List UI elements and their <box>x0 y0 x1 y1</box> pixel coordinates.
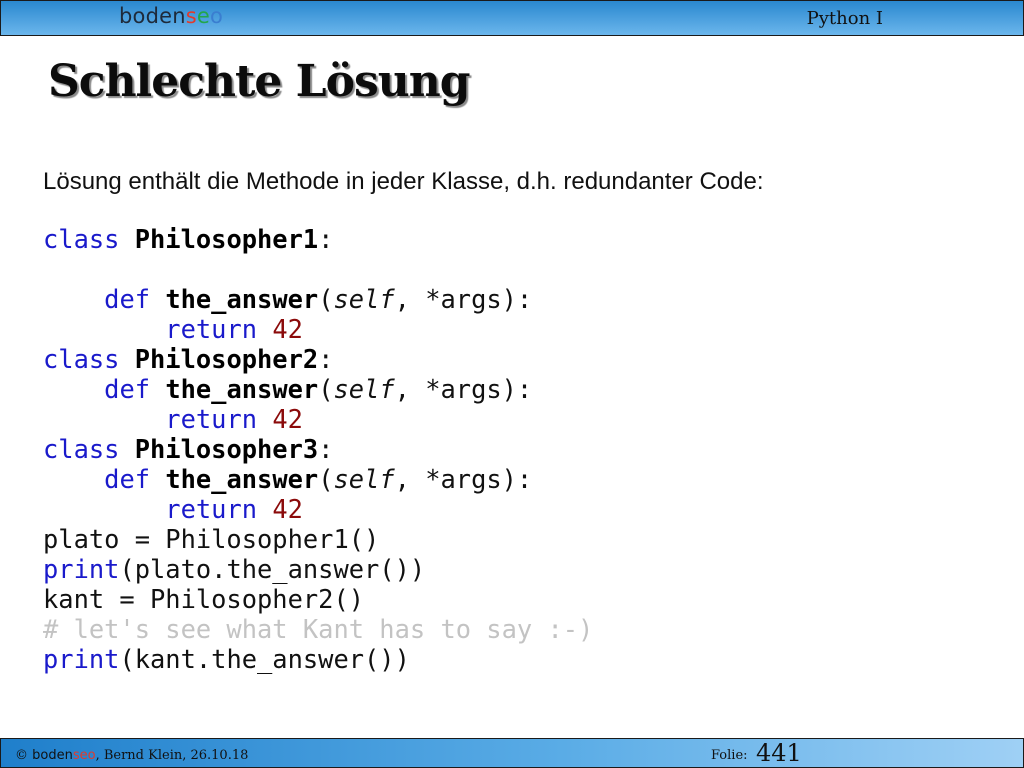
logo-part-s: s <box>185 4 197 28</box>
footer-bar: © bodenseo, Bernd Klein, 26.10.18 Folie:… <box>0 738 1024 768</box>
copyright-symbol: © <box>15 748 28 763</box>
code-line: print(kant.the_answer()) <box>43 644 593 674</box>
code-class-name: Philosopher3 <box>134 434 319 464</box>
code-method-name: the_answer <box>165 374 319 404</box>
slide-number: 441 <box>756 739 802 767</box>
code-params: , *args): <box>394 374 533 404</box>
slide-title: Schlechte Lösung <box>48 56 470 107</box>
code-keyword: return <box>165 314 258 344</box>
code-line: def the_answer(self, *args): <box>104 284 533 314</box>
slide-intro: Lösung enthält die Methode in jeder Klas… <box>43 168 764 195</box>
code-class-name: Philosopher2 <box>134 344 319 374</box>
code-param-self: self <box>333 284 395 314</box>
code-line: class Philosopher1: <box>43 224 334 254</box>
code-method-name: the_answer <box>165 284 319 314</box>
footer-brand-part1: boden <box>32 748 73 763</box>
code-keyword: class <box>43 434 120 464</box>
code-param-self: self <box>333 374 395 404</box>
code-line: kant = Philosopher2() <box>43 584 365 614</box>
code-class-name: Philosopher1 <box>134 224 319 254</box>
code-keyword: class <box>43 344 120 374</box>
header-bar: bodenseo Python I <box>0 0 1024 36</box>
code-line: plato = Philosopher1() <box>43 524 380 554</box>
code-keyword: def <box>104 374 151 404</box>
slide-label: Folie: <box>711 748 748 763</box>
footer-brand-part2: seo <box>72 748 96 763</box>
logo-part-o: o <box>210 4 224 28</box>
code-number: 42 <box>272 494 303 524</box>
course-title: Python I <box>806 8 883 29</box>
code-number: 42 <box>272 314 303 344</box>
bodenseo-logo: bodenseo <box>119 4 223 28</box>
code-method-name: the_answer <box>165 464 319 494</box>
code-number: 42 <box>272 404 303 434</box>
code-line: def the_answer(self, *args): <box>104 464 533 494</box>
code-keyword: class <box>43 224 120 254</box>
code-params: , *args): <box>394 284 533 314</box>
code-line: class Philosopher3: <box>43 434 334 464</box>
code-block: class Philosopher1: def the_answer(self,… <box>43 224 593 674</box>
code-param-self: self <box>333 464 395 494</box>
code-comment: # let's see what Kant has to say :-) <box>43 614 594 644</box>
logo-part-boden: boden <box>119 4 186 28</box>
code-line: def the_answer(self, *args): <box>104 374 533 404</box>
code-call: (kant.the_answer()) <box>119 644 410 674</box>
code-line: return 42 <box>43 314 593 344</box>
code-params: , *args): <box>394 464 533 494</box>
code-keyword: return <box>165 404 258 434</box>
code-line: return 42 <box>43 404 593 434</box>
code-line: return 42 <box>43 494 593 524</box>
code-call: (plato.the_answer()) <box>119 554 426 584</box>
code-keyword: def <box>104 464 151 494</box>
code-keyword: def <box>104 284 151 314</box>
code-line: print(plato.the_answer()) <box>43 554 593 584</box>
logo-part-e: e <box>196 4 211 28</box>
code-keyword: print <box>43 554 120 584</box>
code-keyword: print <box>43 644 120 674</box>
footer-copyright: © bodenseo, Bernd Klein, 26.10.18 <box>15 748 248 763</box>
footer-brand: bodenseo <box>32 748 95 763</box>
code-keyword: return <box>165 494 258 524</box>
code-line: class Philosopher2: <box>43 344 334 374</box>
footer-author-date: , Bernd Klein, 26.10.18 <box>95 748 249 763</box>
